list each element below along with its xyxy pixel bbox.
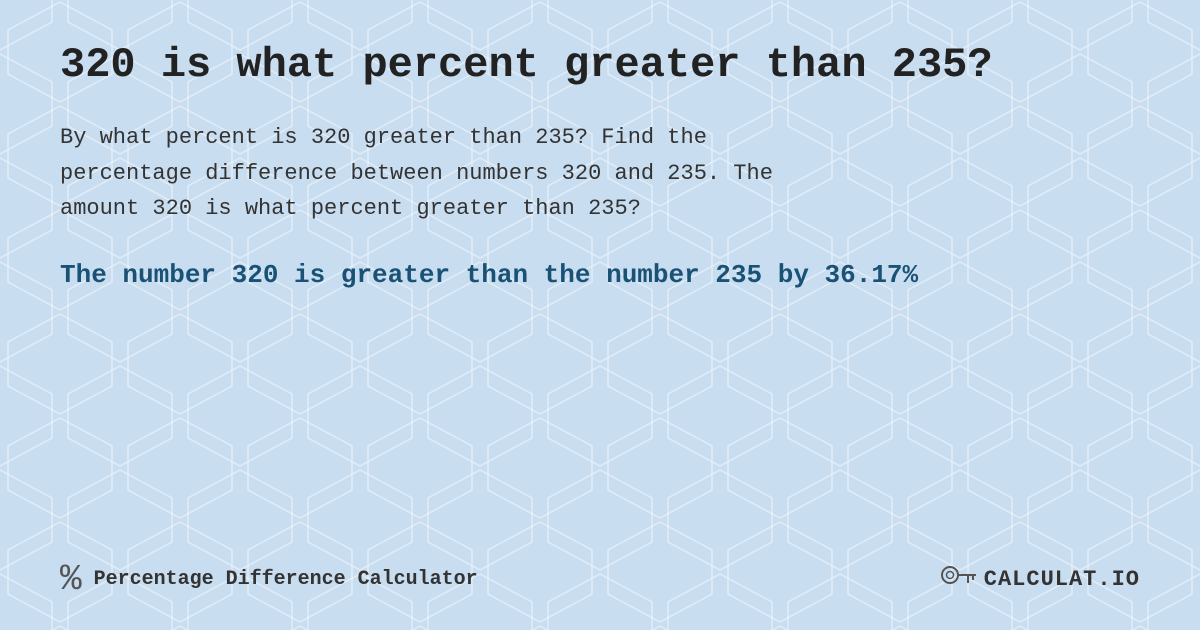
footer-left: % Percentage Difference Calculator	[60, 559, 478, 600]
description-text: By what percent is 320 greater than 235?…	[60, 120, 840, 226]
footer-label: Percentage Difference Calculator	[94, 568, 478, 591]
result-text: The number 320 is greater than the numbe…	[60, 256, 1140, 295]
logo-icon	[940, 561, 976, 598]
page-content: 320 is what percent greater than 235? By…	[0, 0, 1200, 630]
footer-logo: CALCULAT.IO	[940, 561, 1140, 598]
logo-text: CALCULAT.IO	[984, 567, 1140, 592]
footer: % Percentage Difference Calculator CALCU…	[60, 549, 1140, 600]
percent-icon: %	[60, 559, 82, 600]
page-title: 320 is what percent greater than 235?	[60, 40, 1140, 90]
